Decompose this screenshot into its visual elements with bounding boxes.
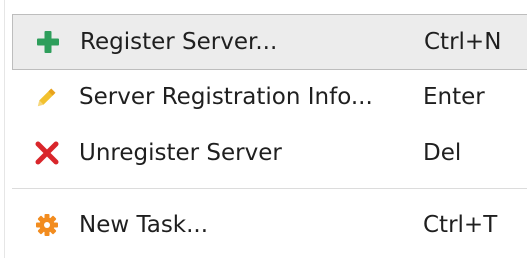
context-menu: Register Server... Ctrl+N Server Registr… bbox=[0, 0, 527, 258]
menu-item-unregister-server[interactable]: Unregister Server Del bbox=[12, 126, 527, 182]
x-mark-icon bbox=[33, 139, 61, 167]
menu-item-label: New Task... bbox=[79, 212, 209, 238]
menu-left-border bbox=[4, 0, 5, 258]
menu-separator bbox=[12, 188, 527, 189]
menu-item-label: Server Registration Info... bbox=[79, 84, 373, 110]
gear-icon bbox=[33, 211, 61, 239]
menu-item-register-server[interactable]: Register Server... Ctrl+N bbox=[12, 14, 527, 70]
menu-item-server-registration-info[interactable]: Server Registration Info... Enter bbox=[12, 70, 527, 126]
menu-item-shortcut: Del bbox=[423, 140, 462, 166]
menu-item-shortcut: Enter bbox=[423, 84, 485, 110]
menu-item-shortcut: Ctrl+N bbox=[424, 29, 502, 55]
pencil-icon bbox=[33, 83, 61, 111]
menu-item-new-task[interactable]: New Task... Ctrl+T bbox=[12, 198, 527, 254]
menu-item-label: Register Server... bbox=[80, 29, 278, 55]
menu-item-label: Unregister Server bbox=[79, 140, 282, 166]
plus-icon bbox=[34, 28, 62, 56]
menu-item-shortcut: Ctrl+T bbox=[423, 212, 498, 238]
